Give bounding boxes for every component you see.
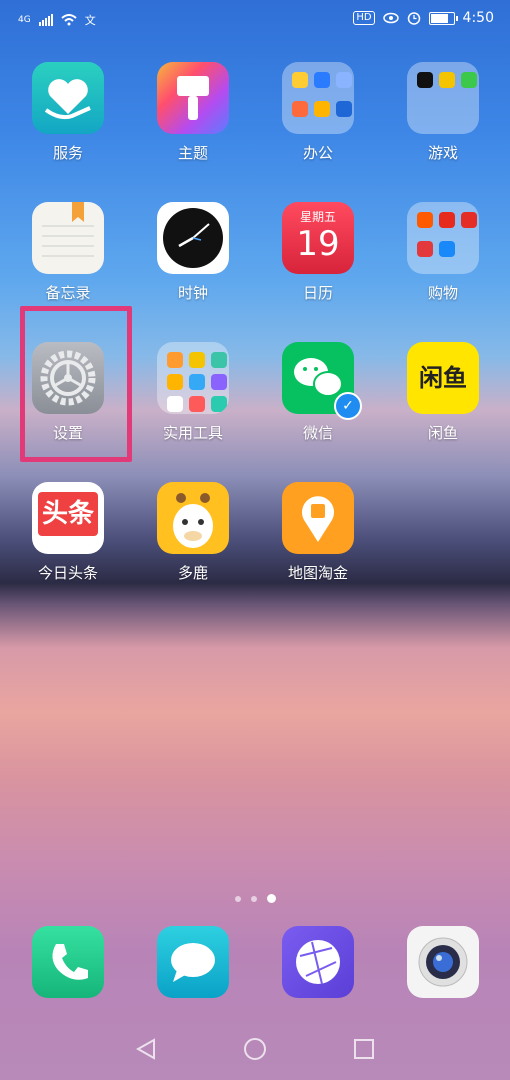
eye-icon [382,12,399,24]
app-ditutaojin[interactable]: 地图淘金 [263,482,373,602]
app-label: 时钟 [177,284,208,302]
messages-icon [157,926,229,998]
highlight-box [20,306,132,462]
verified-badge-icon: ✓ [334,392,362,420]
theme-brush-icon [157,62,229,134]
page-dot[interactable] [250,895,257,902]
network-label: 4G [18,15,31,25]
app-zhuti[interactable]: 主题 [138,62,248,182]
signal-icon [38,14,53,26]
folder-gouwu[interactable]: 购物 [388,202,498,322]
app-rili[interactable]: 星期五 19 日历 [263,202,373,322]
dock-messages[interactable] [138,926,248,1006]
clock-time: 4:50 [462,10,494,26]
games-folder-icon [407,62,479,134]
map-pin-icon [282,482,354,554]
app-label: 备忘录 [45,284,91,302]
office-folder-icon [282,62,354,134]
tools-folder-icon [157,342,229,414]
dock-phone[interactable] [13,926,123,1006]
toutiao-logo-text: 头条 [38,492,98,536]
calendar-icon: 星期五 19 [282,202,354,274]
folder-bangong[interactable]: 办公 [263,62,373,182]
navigation-bar [0,1020,510,1080]
app-label: 日历 [302,284,333,302]
clock-icon [157,202,229,274]
app-duolu[interactable]: 多鹿 [138,482,248,602]
xianyu-logo-text: 闲鱼 [419,364,467,392]
page-dot[interactable] [234,895,241,902]
app-shizhong[interactable]: 时钟 [138,202,248,322]
page-dot-active[interactable] [266,894,276,903]
folder-shiyonggongju[interactable]: 实用工具 [138,342,248,462]
app-label: 微信 [302,424,333,442]
app-weixin[interactable]: ✓ 微信 [263,342,373,462]
dock-browser[interactable] [263,926,373,1006]
wechat-icon: ✓ [282,342,362,420]
notepad-icon [32,202,104,274]
app-label: 办公 [302,144,333,162]
service-heart-icon [32,62,104,134]
xianyu-icon: 闲鱼 [407,342,479,414]
phone-icon [32,926,104,998]
toutiao-icon: 头条 [32,482,104,554]
app-beiwanglu[interactable]: 备忘录 [13,202,123,322]
recents-button[interactable] [353,1038,375,1060]
folder-youxi[interactable]: 游戏 [388,62,498,182]
home-button[interactable] [243,1037,267,1061]
notification-app-icon: 文 [84,14,96,27]
app-label: 购物 [427,284,458,302]
alarm-icon [407,12,420,25]
calendar-day: 19 [296,224,340,264]
battery-icon [428,11,458,25]
app-label: 多鹿 [177,564,208,582]
giraffe-icon [157,482,229,554]
app-label: 闲鱼 [427,424,458,442]
wifi-icon [61,14,77,26]
app-label: 游戏 [427,144,458,162]
shopping-folder-icon [407,202,479,274]
app-label: 实用工具 [162,424,223,442]
app-fuwu[interactable]: 服务 [13,62,123,182]
app-label: 今日头条 [37,564,98,582]
page-indicator [0,894,510,903]
browser-icon [282,926,354,998]
app-label: 地图淘金 [287,564,348,582]
app-label: 服务 [52,144,83,162]
calendar-weekday: 星期五 [299,210,336,224]
app-label: 主题 [177,144,208,162]
camera-icon [407,926,479,998]
app-jinritoutiao[interactable]: 头条 今日头条 [13,482,123,602]
back-button[interactable] [136,1038,156,1060]
status-bar: 4G 文 HD 4:50 [0,0,510,40]
dock-camera[interactable] [388,926,498,1006]
app-xianyu[interactable]: 闲鱼 闲鱼 [388,342,498,462]
hd-badge: HD [353,11,375,25]
